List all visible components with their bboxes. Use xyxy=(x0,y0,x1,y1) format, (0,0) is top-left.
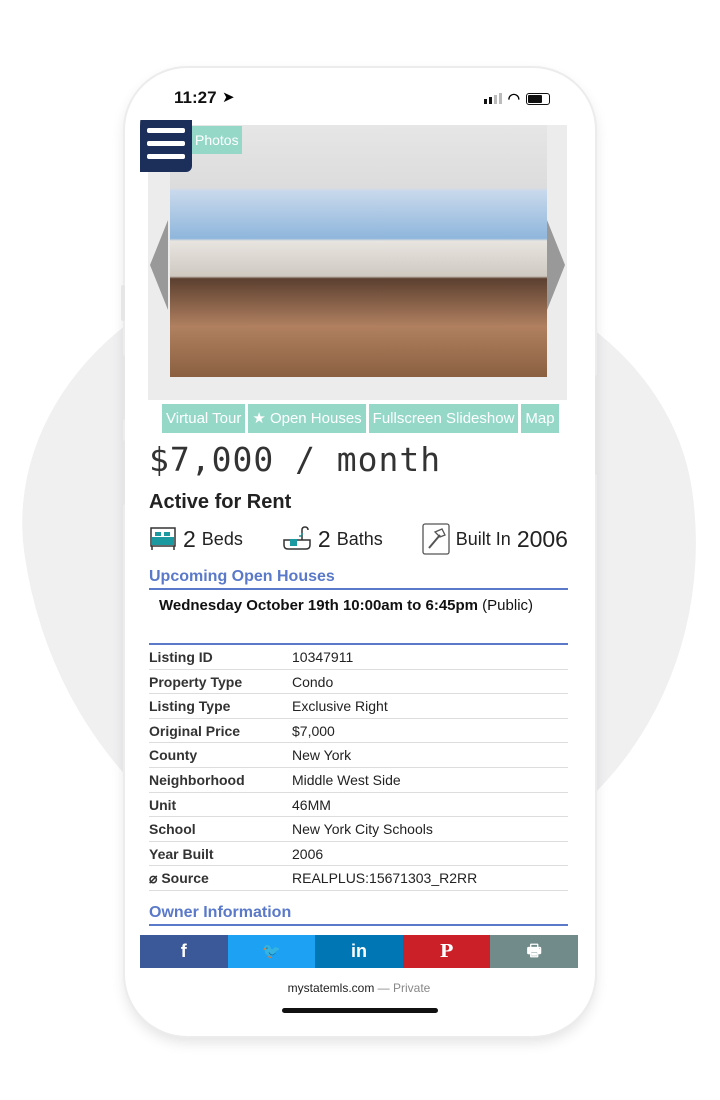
table-row: Year Built 2006 xyxy=(149,842,568,867)
screen: 11:27 ➤ ◠ Photos Virtual Tour ★ Open Hou… xyxy=(140,78,578,1020)
facebook-share-button[interactable]: f xyxy=(140,935,228,968)
domain: mystatemls.com xyxy=(287,981,375,995)
wifi-icon: ◠ xyxy=(507,90,520,106)
next-photo-arrow-icon[interactable] xyxy=(547,220,565,310)
built-feature: Built In 2006 xyxy=(422,523,568,555)
listing-status: Active for Rent xyxy=(149,491,292,513)
row-value: Condo xyxy=(292,673,334,690)
table-row: County New York xyxy=(149,743,568,768)
row-value: 2006 xyxy=(292,845,324,862)
baths-feature: 2 Baths xyxy=(282,525,383,553)
home-indicator[interactable] xyxy=(282,1008,438,1013)
row-value: Middle West Side xyxy=(292,771,401,788)
hamburger-menu-button[interactable] xyxy=(140,120,192,172)
table-row: Listing Type Exclusive Right xyxy=(149,694,568,719)
twitter-share-button[interactable]: 🐦 xyxy=(227,935,316,968)
row-value: New York City Schools xyxy=(292,821,433,838)
table-row: Original Price $7,000 xyxy=(149,719,568,744)
open-houses-button[interactable]: ★ Open Houses xyxy=(248,404,366,433)
linkedin-share-button[interactable]: in xyxy=(315,935,403,968)
listing-price: $7,000 / month xyxy=(149,440,442,479)
beds-count: 2 xyxy=(183,525,196,552)
built-label: Built In xyxy=(455,528,511,549)
row-value: REALPLUS:15671303_R2RR xyxy=(292,870,478,887)
open-house-datetime: Wednesday October 19th 10:00am to 6:45pm xyxy=(159,597,478,614)
phone-button xyxy=(595,375,599,475)
status-bar: 11:27 ➤ ◠ xyxy=(140,78,578,122)
table-row: Neighborhood Middle West Side xyxy=(149,768,568,793)
bathtub-icon xyxy=(283,526,311,550)
status-time: 11:27 xyxy=(174,88,217,107)
hammer-icon xyxy=(422,523,450,555)
row-label: School xyxy=(149,821,196,838)
row-label: Property Type xyxy=(149,673,243,690)
open-house-type: (Public) xyxy=(482,597,534,614)
table-row: Unit 46MM xyxy=(149,793,568,818)
row-label: Listing ID xyxy=(149,649,213,665)
row-label: Original Price xyxy=(149,722,241,739)
baths-count: 2 xyxy=(317,525,331,552)
browser-address[interactable]: mystatemls.com — Private xyxy=(140,981,578,995)
phone-button xyxy=(121,440,125,505)
owner-info-heading: Owner Information xyxy=(149,904,568,926)
table-row: ⌀ Source REALPLUS:15671303_R2RR xyxy=(149,866,568,891)
map-button[interactable]: Map xyxy=(521,404,559,433)
location-icon: ➤ xyxy=(222,89,235,106)
row-value: New York xyxy=(292,747,352,764)
photo-gallery[interactable] xyxy=(148,125,567,400)
row-label: Unit xyxy=(149,796,177,813)
photos-tab[interactable]: Photos xyxy=(192,126,242,154)
built-year: 2006 xyxy=(516,525,568,552)
row-label: ⌀ Source xyxy=(149,870,209,887)
battery-icon xyxy=(526,92,550,105)
beds-feature: 2 Beds xyxy=(149,525,243,553)
baths-label: Baths xyxy=(336,528,383,549)
row-label: Neighborhood xyxy=(149,771,245,788)
row-value: $7,000 xyxy=(292,722,335,739)
row-label: Listing Type xyxy=(149,698,231,715)
row-value: Exclusive Right xyxy=(292,698,388,715)
open-houses-heading: Upcoming Open Houses xyxy=(149,568,568,590)
pinterest-share-button[interactable]: P xyxy=(402,935,491,968)
row-label: County xyxy=(149,747,198,764)
listing-photo[interactable] xyxy=(170,125,547,377)
row-value: 46MM xyxy=(292,796,331,813)
table-row: Property Type Condo xyxy=(149,670,568,695)
fullscreen-slideshow-button[interactable]: Fullscreen Slideshow xyxy=(368,404,519,433)
print-button[interactable]: 🖶 xyxy=(490,935,578,968)
private-label: — Private xyxy=(374,981,431,995)
bed-icon xyxy=(150,527,176,550)
table-row: School New York City Schools xyxy=(149,817,568,842)
beds-label: Beds xyxy=(201,528,243,549)
signal-icon xyxy=(483,93,502,104)
share-bar: f 🐦 in P 🖶 xyxy=(140,935,578,968)
open-house-entry[interactable]: Wednesday October 19th 10:00am to 6:45pm… xyxy=(159,597,533,614)
table-row: Listing ID 10347911 xyxy=(149,645,568,670)
virtual-tour-button[interactable]: Virtual Tour xyxy=(162,404,246,433)
phone-button xyxy=(121,285,125,321)
prev-photo-arrow-icon[interactable] xyxy=(150,220,168,310)
phone-button xyxy=(121,355,125,420)
row-value: 10347911 xyxy=(292,649,354,665)
row-label: Year Built xyxy=(149,845,214,862)
details-table: Listing ID 10347911 Property Type Condo List… xyxy=(149,643,568,891)
